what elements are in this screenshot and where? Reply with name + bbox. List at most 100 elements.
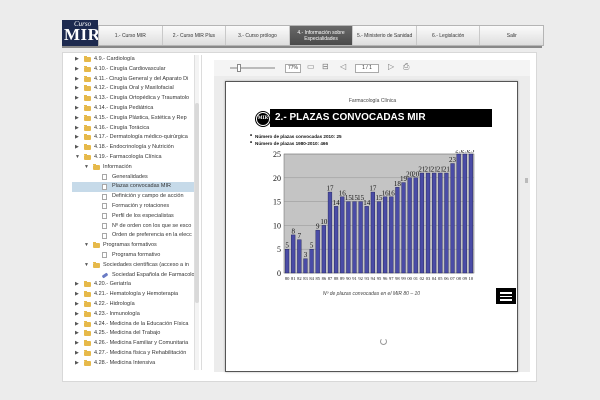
collapsed-arrow-icon[interactable]: ▶ — [75, 66, 79, 72]
nav-tab-4[interactable]: 4.- Información sobre Especialidades — [289, 26, 354, 45]
mir-badge-icon: MIR — [255, 111, 271, 127]
tree-scrollbar-thumb[interactable] — [195, 103, 199, 303]
collapsed-arrow-icon[interactable]: ▶ — [75, 301, 79, 307]
x-tick-label: 88 — [334, 276, 339, 281]
bar — [340, 196, 345, 274]
collapsed-arrow-icon[interactable]: ▶ — [75, 360, 79, 366]
pane-divider[interactable] — [201, 55, 202, 370]
bar — [468, 153, 474, 274]
tree-item[interactable]: Perfil de los especialistas — [72, 212, 198, 222]
zoom-level[interactable]: 77% — [285, 64, 301, 73]
tree-item[interactable]: ▶ 4.27.- Medicina física y Rehabilitación — [72, 349, 198, 359]
collapsed-arrow-icon[interactable]: ▶ — [75, 115, 79, 121]
tree-item[interactable]: Plazas convocadas MIR — [72, 182, 198, 193]
tree-item[interactable]: ▼ Información — [72, 163, 198, 173]
collapsed-arrow-icon[interactable]: ▶ — [75, 281, 79, 287]
x-tick-label: 98 — [395, 276, 400, 281]
tree-item[interactable]: ▶ 4.20.- Geriatría — [72, 280, 198, 290]
tree-item-label: Sociedad Española de Farmacolog — [112, 271, 198, 278]
nav-tab-3[interactable]: 3.- Curso prólogo — [226, 26, 290, 45]
tree-item[interactable]: ▶ 4.17.- Dermatología médico-quirúrgica — [72, 133, 198, 143]
x-tick-label: 95 — [377, 276, 382, 281]
tree-item[interactable]: ▶ 4.16.- Cirugía Torácica — [72, 124, 198, 134]
x-tick-label: 00 — [407, 276, 412, 281]
collapsed-arrow-icon[interactable]: ▶ — [75, 56, 79, 62]
tree-item-label: Generalidades — [112, 173, 148, 180]
folder-icon — [84, 114, 91, 121]
tree-item-label: 4.10.- Cirugía Cardiovascular — [94, 65, 166, 72]
collapsed-arrow-icon[interactable]: ▶ — [75, 291, 79, 297]
folder-icon — [84, 124, 91, 131]
fit-page-icon[interactable]: ▭ — [307, 63, 315, 71]
tree-item[interactable]: ▶ 4.22.- Hidrología — [72, 300, 198, 310]
tree-scrollbar[interactable] — [194, 55, 199, 370]
nav-tab-6[interactable]: 6.- Legislación — [417, 26, 481, 45]
tree-item[interactable]: ▶ 4.23.- Inmunología — [72, 310, 198, 320]
expanded-arrow-icon[interactable]: ▼ — [84, 164, 89, 170]
tree-item[interactable]: ▼ Programas formativos — [72, 241, 198, 251]
tree-item[interactable]: Programa formativo — [72, 251, 198, 261]
nav-tab-1[interactable]: 1.- Curso MIR — [99, 26, 163, 45]
viewer-scrollbar-grip[interactable] — [525, 178, 528, 183]
x-tick-label: 96 — [383, 276, 388, 281]
sidebar-toggle-icon[interactable] — [496, 288, 516, 304]
viewer-scrollbar[interactable] — [524, 76, 530, 372]
nav-tab-7[interactable]: Salir — [480, 26, 543, 45]
collapsed-arrow-icon[interactable]: ▶ — [75, 321, 79, 327]
previous-page-icon[interactable]: ◁ — [340, 63, 346, 71]
collapsed-arrow-icon[interactable]: ▶ — [75, 85, 79, 91]
tree-item[interactable]: Generalidades — [72, 173, 198, 183]
tree-item[interactable]: ▶ 4.28.- Medicina Intensiva — [72, 359, 198, 369]
print-icon[interactable]: ⎙ — [403, 63, 409, 71]
tree-item[interactable]: ▶ 4.24.- Medicina de la Educación Física — [72, 320, 198, 330]
expanded-arrow-icon[interactable]: ▼ — [75, 154, 80, 160]
fit-width-icon[interactable]: ⊟ — [322, 63, 329, 71]
tree-item[interactable]: ▶ 4.12.- Cirugía Oral y Maxilofacial — [72, 84, 198, 94]
collapsed-arrow-icon[interactable]: ▶ — [75, 95, 79, 101]
tree-item[interactable]: Orden de preferencia en la elecc — [72, 231, 198, 241]
expanded-arrow-icon[interactable]: ▼ — [84, 262, 89, 268]
tree-item[interactable]: ▶ 4.15.- Cirugía Plástica, Estética y Rep — [72, 114, 198, 124]
collapsed-arrow-icon[interactable]: ▶ — [75, 105, 79, 111]
bar — [291, 234, 296, 274]
next-page-icon[interactable]: ▷ — [388, 63, 394, 71]
tree-item[interactable]: ▼ 4.19.- Farmacología Clínica — [72, 153, 198, 163]
collapsed-arrow-icon[interactable]: ▶ — [75, 330, 79, 336]
tree-item[interactable]: ▶ 4.11.- Cirugía General y del Aparato Di — [72, 75, 198, 85]
collapsed-arrow-icon[interactable]: ▶ — [75, 144, 79, 150]
link-icon — [101, 272, 109, 278]
tree-item-label: Programas formativos — [103, 242, 157, 249]
nav-tab-5[interactable]: 5.- Ministerio de Sanidad — [353, 26, 417, 45]
x-tick-label: 10 — [469, 276, 474, 281]
bar — [395, 187, 400, 274]
tree-item[interactable]: ▶ 4.21.- Hematología y Hemoterapia — [72, 290, 198, 300]
collapsed-arrow-icon[interactable]: ▶ — [75, 350, 79, 356]
collapsed-arrow-icon[interactable]: ▶ — [75, 76, 79, 82]
tree-item-label: 4.17.- Dermatología médico-quirúrgica — [94, 134, 188, 141]
collapsed-arrow-icon[interactable]: ▶ — [75, 134, 79, 140]
collapsed-arrow-icon[interactable]: ▶ — [75, 311, 79, 317]
document-icon — [102, 174, 107, 181]
tree-item[interactable]: ▶ 4.14.- Cirugía Pediátrica — [72, 104, 198, 114]
expanded-arrow-icon[interactable]: ▼ — [84, 242, 89, 248]
tree-item[interactable]: ▶ 4.25.- Medicina del Trabajo — [72, 329, 198, 339]
collapsed-arrow-icon[interactable]: ▶ — [75, 340, 79, 346]
collapsed-arrow-icon[interactable]: ▶ — [75, 125, 79, 131]
bar — [315, 229, 320, 274]
tree-item[interactable]: ▶ 4.26.- Medicina Familiar y Comunitaria — [72, 339, 198, 349]
tree-item[interactable]: ▶ 4.13.- Cirugía Ortopédica y Traumatolo — [72, 94, 198, 104]
tree-item[interactable]: ▶ 4.18.- Endocrinología y Nutrición — [72, 143, 198, 153]
bar — [309, 248, 314, 274]
tree-item[interactable]: Sociedad Española de Farmacolog — [72, 271, 198, 281]
nav-tab-2[interactable]: 2.- Curso MIR Plus — [163, 26, 227, 45]
x-tick-label: 05 — [438, 276, 443, 281]
zoom-slider-handle[interactable] — [237, 64, 241, 72]
tree-item[interactable]: Definición y campo de acción — [72, 192, 198, 202]
tree-item[interactable]: ▶ 4.9.- Cardiología — [72, 55, 198, 65]
tree-item[interactable]: ▼ Sociedades científicas (acceso a in — [72, 261, 198, 271]
tree-item-label: Perfil de los especialistas — [112, 212, 174, 219]
page-number-field[interactable]: 1 / 1 — [355, 64, 379, 73]
tree-item[interactable]: ▶ 4.10.- Cirugía Cardiovascular — [72, 65, 198, 75]
tree-item[interactable]: Formación y rotaciones — [72, 202, 198, 212]
tree-item[interactable]: Nº de orden con los que se esco — [72, 222, 198, 232]
